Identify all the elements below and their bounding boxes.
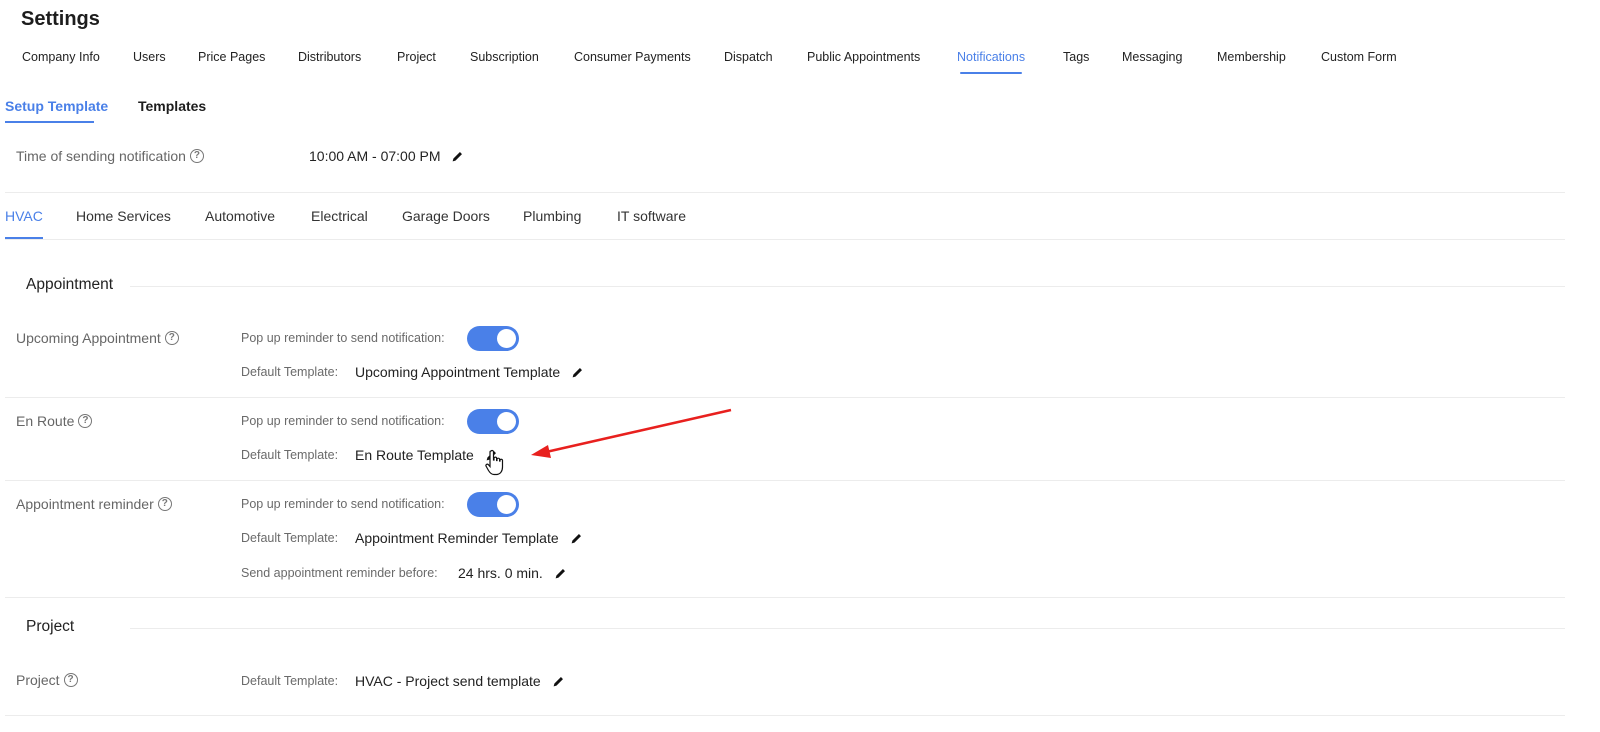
row-label-upcoming-appointment: Upcoming Appointment ? — [16, 330, 179, 346]
default-template-label: Default Template: — [241, 365, 339, 379]
arrow-shaft — [545, 408, 732, 454]
divider — [5, 480, 1565, 481]
pencil-icon[interactable] — [571, 366, 584, 379]
default-template-value-group: HVAC - Project send template — [355, 673, 565, 689]
question-circle-icon[interactable]: ? — [189, 149, 204, 163]
question-circle-icon[interactable]: ? — [157, 497, 172, 511]
subtab-templates[interactable]: Templates — [138, 98, 206, 126]
tab-custom-form[interactable]: Custom Form — [1321, 50, 1397, 74]
sending-time-value: 10:00 AM - 07:00 PM — [309, 148, 441, 164]
sending-time-value-group: 10:00 AM - 07:00 PM — [309, 148, 464, 164]
row-label-appointment-reminder: Appointment reminder ? — [16, 496, 172, 512]
page-title: Settings — [21, 8, 100, 30]
pencil-icon[interactable] — [552, 675, 565, 688]
tab-membership[interactable]: Membership — [1217, 50, 1286, 74]
section-title-project: Project — [26, 618, 91, 636]
pencil-icon[interactable] — [554, 567, 567, 580]
popup-reminder-label: Pop up reminder to send notification: — [241, 497, 445, 511]
reminder-before-label: Send appointment reminder before: — [241, 566, 438, 580]
tab-users[interactable]: Users — [133, 50, 166, 74]
tab-distributors[interactable]: Distributors — [298, 50, 361, 74]
tab-dispatch[interactable]: Dispatch — [724, 50, 773, 74]
tab-public-appointments[interactable]: Public Appointments — [807, 50, 920, 74]
popup-reminder-toggle[interactable] — [467, 326, 519, 351]
category-tab-garage-doors[interactable]: Garage Doors — [402, 208, 490, 240]
tab-tags[interactable]: Tags — [1063, 50, 1089, 74]
tab-messaging[interactable]: Messaging — [1122, 50, 1182, 74]
row-label-text: Upcoming Appointment — [16, 330, 161, 346]
row-label-en-route: En Route ? — [16, 413, 93, 429]
default-template-value: En Route Template — [355, 447, 474, 463]
category-tab-home-services[interactable]: Home Services — [76, 208, 171, 240]
popup-reminder-toggle[interactable] — [467, 409, 519, 434]
section-line — [130, 628, 1565, 629]
tab-consumer-payments[interactable]: Consumer Payments — [574, 50, 691, 74]
arrow-head — [531, 445, 551, 458]
row-label-text: Project — [16, 672, 60, 688]
default-template-value-group: Appointment Reminder Template — [355, 530, 583, 546]
divider — [5, 715, 1565, 716]
tab-price-pages[interactable]: Price Pages — [198, 50, 265, 74]
sending-time-label: Time of sending notification ? — [16, 148, 204, 164]
toggle-knob — [497, 495, 516, 514]
reminder-before-value-group: 24 hrs. 0 min. — [458, 565, 567, 581]
section-line — [130, 286, 1565, 287]
red-arrow-annotation — [531, 408, 732, 458]
tab-company-info[interactable]: Company Info — [22, 50, 100, 74]
category-tab-electrical[interactable]: Electrical — [311, 208, 368, 240]
tab-project[interactable]: Project — [397, 50, 436, 74]
question-circle-icon[interactable]: ? — [63, 673, 78, 687]
divider — [5, 597, 1565, 598]
tab-subscription[interactable]: Subscription — [470, 50, 539, 74]
section-title-appointment: Appointment — [26, 276, 130, 294]
category-tab-plumbing[interactable]: Plumbing — [523, 208, 581, 240]
question-circle-icon[interactable]: ? — [78, 414, 93, 428]
default-template-label: Default Template: — [241, 531, 339, 545]
popup-reminder-toggle[interactable] — [467, 492, 519, 517]
hand-pointer-icon — [485, 449, 504, 476]
category-tab-hvac[interactable]: HVAC — [5, 208, 43, 240]
tab-notifications[interactable]: Notifications — [957, 50, 1025, 74]
toggle-knob — [497, 329, 516, 348]
default-template-value: Appointment Reminder Template — [355, 530, 559, 546]
row-label-text: En Route — [16, 413, 75, 429]
divider — [5, 192, 1565, 193]
default-template-label: Default Template: — [241, 674, 339, 688]
subtab-setup-template[interactable]: Setup Template — [5, 98, 108, 126]
pencil-icon[interactable] — [570, 532, 583, 545]
popup-reminder-label: Pop up reminder to send notification: — [241, 414, 445, 428]
row-label-text: Appointment reminder — [16, 496, 154, 512]
question-circle-icon[interactable]: ? — [164, 331, 179, 345]
divider — [5, 397, 1565, 398]
reminder-before-value: 24 hrs. 0 min. — [458, 565, 543, 581]
pencil-icon[interactable] — [451, 150, 464, 163]
default-template-value: Upcoming Appointment Template — [355, 364, 561, 380]
row-label-project: Project ? — [16, 672, 78, 688]
default-template-label: Default Template: — [241, 448, 339, 462]
sending-time-label-text: Time of sending notification — [16, 148, 186, 164]
default-template-value-group: Upcoming Appointment Template — [355, 364, 584, 380]
toggle-knob — [497, 412, 516, 431]
default-template-value-group: En Route Template — [355, 447, 498, 463]
default-template-value: HVAC - Project send template — [355, 673, 541, 689]
divider — [5, 239, 1565, 240]
category-tab-it-software[interactable]: IT software — [617, 208, 686, 240]
category-tab-automotive[interactable]: Automotive — [205, 208, 275, 240]
popup-reminder-label: Pop up reminder to send notification: — [241, 331, 445, 345]
